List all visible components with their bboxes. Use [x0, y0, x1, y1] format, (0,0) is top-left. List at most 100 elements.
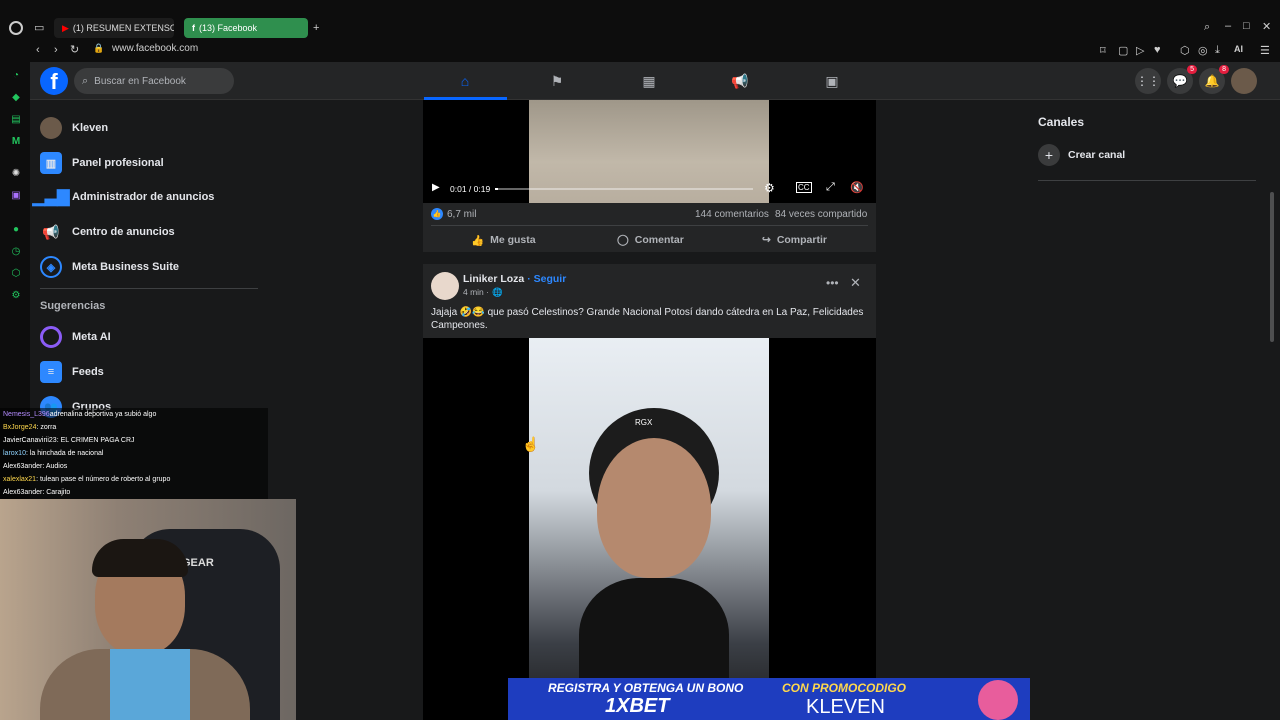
sidebar-item-profile[interactable]: Kleven [40, 115, 108, 141]
mute-icon[interactable]: 🔇 [850, 181, 864, 194]
chat-text: : la hinchada de nacional [25, 450, 104, 457]
dashboard-icon: ▥ [40, 152, 62, 174]
spotify-icon[interactable]: ● [9, 222, 23, 236]
share-icon: ↪ [762, 234, 771, 246]
notifications-bell-icon[interactable]: 🔔 8 [1199, 65, 1229, 94]
video-watermark: RGX [635, 418, 653, 427]
globe-icon: 🌐 [491, 287, 503, 297]
chat-text: : zorra [36, 424, 57, 431]
facebook-header: f ⌕ Buscar en Facebook ⌂ ⚑ ▦ 📢 ▣ ⋮⋮ 💬 5 🔔… [30, 62, 1280, 100]
crypto-wallet-icon[interactable]: ◆ [9, 90, 23, 104]
chat-text: adrenalina deportiva ya subió algo [49, 411, 157, 418]
sidebar-item-feeds[interactable]: ≡ Feeds [40, 359, 104, 385]
pinboard-icon[interactable]: ▤ [9, 112, 23, 126]
menu-icon[interactable]: ☰ [1260, 44, 1270, 57]
search-icon[interactable]: ⌕ [1204, 21, 1210, 34]
video-player[interactable]: RGX [423, 338, 876, 720]
shares-count[interactable]: 84 veces compartido [775, 209, 867, 220]
twitch-icon[interactable]: ▣ [9, 188, 23, 202]
facebook-logo[interactable]: f [40, 67, 68, 95]
sidebar-item-meta-business-suite[interactable]: ◈ Meta Business Suite [40, 254, 179, 280]
home-icon[interactable]: ⌂ [456, 72, 474, 90]
opera-logo-icon[interactable] [9, 21, 23, 35]
back-icon[interactable]: ‹ [36, 44, 40, 56]
create-channel-button[interactable]: + Crear canal [1038, 144, 1125, 166]
plus-icon: + [1038, 144, 1060, 166]
chat-text: : tulean pase el número de roberto al gr… [36, 476, 171, 483]
sidebar-item-professional-dashboard[interactable]: ▥ Panel profesional [40, 150, 164, 176]
promo-decoration [978, 680, 1018, 720]
aria-icon[interactable]: ◔ [9, 68, 23, 82]
fullscreen-icon[interactable]: ⤢ [826, 181, 835, 194]
pages-flag-icon[interactable]: ⚑ [548, 72, 566, 90]
comment-icon: ◯ [617, 234, 629, 246]
extensions-sidebar-icon[interactable]: ⬡ [9, 266, 23, 280]
chat-username: Nemesis_L396 [3, 411, 50, 418]
new-tab-icon[interactable]: + [313, 22, 319, 34]
search-input[interactable]: Buscar en Facebook [94, 76, 186, 87]
watch-icon[interactable]: ▣ [823, 72, 841, 90]
comment-button[interactable]: ◯ Comentar [617, 227, 684, 253]
profile-sync-icon[interactable]: ◎ [1198, 44, 1208, 57]
menu-grid-icon[interactable]: ⋮⋮ [1135, 68, 1161, 94]
scrollbar[interactable] [1270, 192, 1274, 342]
play-icon[interactable]: ▶ [432, 182, 440, 193]
like-button[interactable]: 👍 Me gusta [471, 227, 536, 253]
my-flow-icon[interactable]: M [9, 134, 23, 148]
reload-icon[interactable]: ↻ [70, 43, 79, 56]
tab-youtube-label: (1) RESUMEN EXTENSO: B [72, 23, 174, 33]
player-icon[interactable]: ▷ [1136, 44, 1144, 57]
messenger-icon[interactable]: 💬 5 [1167, 65, 1197, 94]
comments-count[interactable]: 144 comentarios [695, 209, 769, 220]
chat-message: xalexlax21: tulean pase el número de rob… [0, 473, 268, 486]
video-progress[interactable] [495, 188, 753, 190]
reactions-summary[interactable]: 👍 6,7 mil [431, 208, 476, 220]
extensions-icon[interactable]: ⬡ [1180, 44, 1190, 57]
post-header: Liniker Loza · Seguir [463, 273, 566, 285]
chat-username: Alex63ander [3, 463, 43, 470]
maximize-icon[interactable]: □ [1243, 20, 1250, 32]
follow-link[interactable]: · Seguir [527, 273, 566, 285]
sidebar-item-label: Centro de anuncios [72, 226, 175, 238]
settings-icon[interactable]: ⚙ [764, 181, 775, 195]
post-time[interactable]: 4 min · [463, 287, 489, 298]
avatar[interactable] [431, 272, 459, 300]
video-player[interactable]: ▶ 0:01 / 0:19 ⚙ CC ⤢ 🔇 [423, 100, 876, 203]
browser-chrome: ▭ ▶ (1) RESUMEN EXTENSO: B f (13) Facebo… [0, 0, 1280, 62]
meta-ai-icon [40, 326, 62, 348]
tab-overview-icon[interactable]: ▭ [34, 21, 44, 34]
sidebar-item-label: Feeds [72, 366, 104, 378]
promo-brand: 1XBET [605, 695, 670, 717]
dashboard-icon[interactable]: ▦ [640, 72, 658, 90]
more-options-icon[interactable]: ••• [826, 276, 839, 290]
snapshot-icon[interactable]: ▢ [1118, 44, 1128, 57]
forward-icon[interactable]: › [54, 44, 58, 56]
share-button[interactable]: ↪ Compartir [762, 227, 827, 253]
close-window-icon[interactable]: ✕ [1262, 20, 1271, 33]
ads-megaphone-icon[interactable]: 📢 [731, 72, 749, 90]
aria-ai-button[interactable]: AI [1234, 44, 1243, 54]
suggestions-heading: Sugerencias [40, 300, 106, 312]
address-bar[interactable]: www.facebook.com [112, 43, 198, 54]
heart-icon[interactable]: ♥ [1154, 44, 1161, 56]
search-box[interactable]: ⌕ Buscar en Facebook [74, 68, 234, 94]
avatar[interactable] [1231, 68, 1257, 94]
close-icon[interactable]: ✕ [850, 275, 861, 291]
pin-icon[interactable]: ⌑ [1100, 44, 1106, 57]
tab-facebook[interactable]: f (13) Facebook [184, 18, 308, 38]
sidebar-item-ad-center[interactable]: 📢 Centro de anuncios [40, 219, 175, 245]
post-author[interactable]: Liniker Loza [463, 273, 524, 285]
download-icon[interactable]: ⤓ [1215, 44, 1220, 57]
chatgpt-icon[interactable]: ✺ [9, 166, 23, 180]
minimize-icon[interactable]: – [1225, 20, 1231, 32]
chat-message: BxJorge24: zorra [0, 421, 268, 434]
chat-text: : Carajito [42, 489, 71, 496]
sidebar-item-meta-ai[interactable]: Meta AI [40, 324, 111, 350]
tab-youtube[interactable]: ▶ (1) RESUMEN EXTENSO: B [54, 18, 174, 38]
history-icon[interactable]: ◷ [9, 244, 23, 258]
sidebar-item-ads-manager[interactable]: ▁▃▇ Administrador de anuncios [33, 184, 215, 210]
thumbs-up-icon: 👍 [471, 234, 485, 247]
settings-icon[interactable]: ⚙ [9, 288, 23, 302]
captions-icon[interactable]: CC [796, 182, 812, 193]
messenger-badge: 5 [1187, 65, 1197, 74]
